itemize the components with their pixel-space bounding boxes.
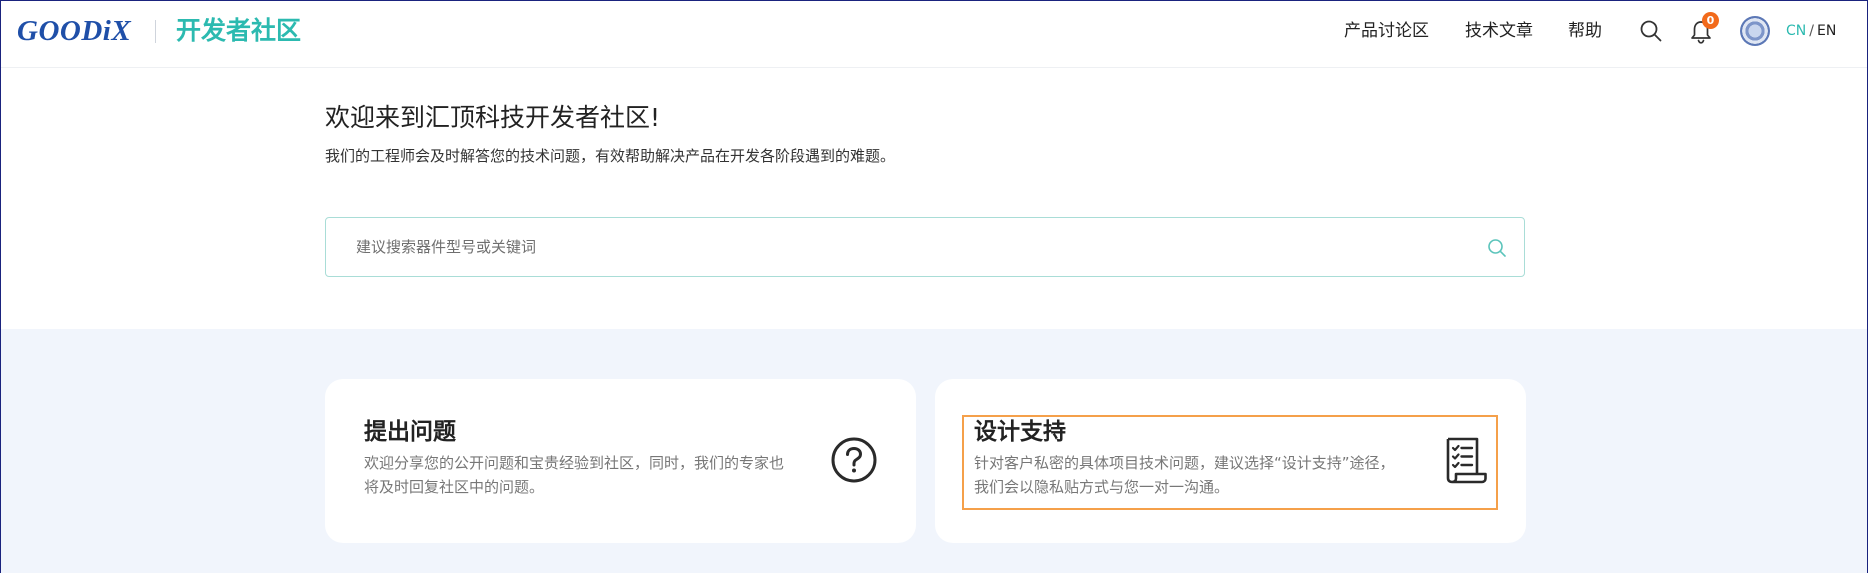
top-header: GOODiX 开发者社区 产品讨论区 技术文章 帮助 0 CN / EN — [1, 1, 1867, 68]
lang-cn[interactable]: CN — [1786, 23, 1806, 39]
goodix-logo[interactable]: GOODiX — [17, 13, 131, 49]
entry-section: 提出问题 欢迎分享您的公开问题和宝贵经验到社区，同时，我们的专家也 将及时回复社… — [1, 329, 1867, 573]
notification-badge: 0 — [1702, 12, 1719, 29]
lang-separator: / — [1809, 23, 1814, 39]
hero-section: 欢迎来到汇顶科技开发者社区! 我们的工程师会及时解答您的技术问题，有效帮助解决产… — [1, 69, 1867, 329]
question-circle-icon — [831, 437, 877, 483]
user-avatar[interactable] — [1740, 16, 1770, 46]
checklist-scroll-icon — [1446, 437, 1487, 484]
welcome-subtitle: 我们的工程师会及时解答您的技术问题，有效帮助解决产品在开发各阶段遇到的难题。 — [325, 147, 896, 165]
nav-tech-articles[interactable]: 技术文章 — [1465, 19, 1533, 43]
logo-divider — [155, 20, 156, 43]
ask-question-desc-line2: 将及时回复社区中的问题。 — [364, 478, 545, 496]
ask-question-desc-line1: 欢迎分享您的公开问题和宝贵经验到社区，同时，我们的专家也 — [364, 454, 785, 472]
search-input[interactable] — [356, 218, 1456, 276]
welcome-title: 欢迎来到汇顶科技开发者社区! — [325, 103, 661, 132]
search-icon[interactable] — [1639, 19, 1663, 43]
lang-en[interactable]: EN — [1817, 23, 1836, 39]
design-support-title: 设计支持 — [974, 419, 1066, 445]
ask-question-title: 提出问题 — [364, 419, 456, 445]
language-switch: CN / EN — [1786, 21, 1836, 41]
nav-product-discussion[interactable]: 产品讨论区 — [1344, 19, 1429, 43]
community-title[interactable]: 开发者社区 — [176, 14, 301, 48]
nav-help[interactable]: 帮助 — [1568, 19, 1602, 43]
design-support-desc-line2: 我们会以隐私贴方式与您一对一沟通。 — [974, 478, 1230, 496]
ask-question-card[interactable]: 提出问题 欢迎分享您的公开问题和宝贵经验到社区，同时，我们的专家也 将及时回复社… — [325, 379, 916, 543]
design-support-card[interactable]: 设计支持 针对客户私密的具体项目技术问题，建议选择“设计支持”途径， 我们会以隐… — [935, 379, 1526, 543]
search-submit-icon[interactable] — [1486, 237, 1508, 259]
search-box — [325, 217, 1525, 277]
design-support-desc-line1: 针对客户私密的具体项目技术问题，建议选择“设计支持”途径， — [974, 454, 1395, 472]
